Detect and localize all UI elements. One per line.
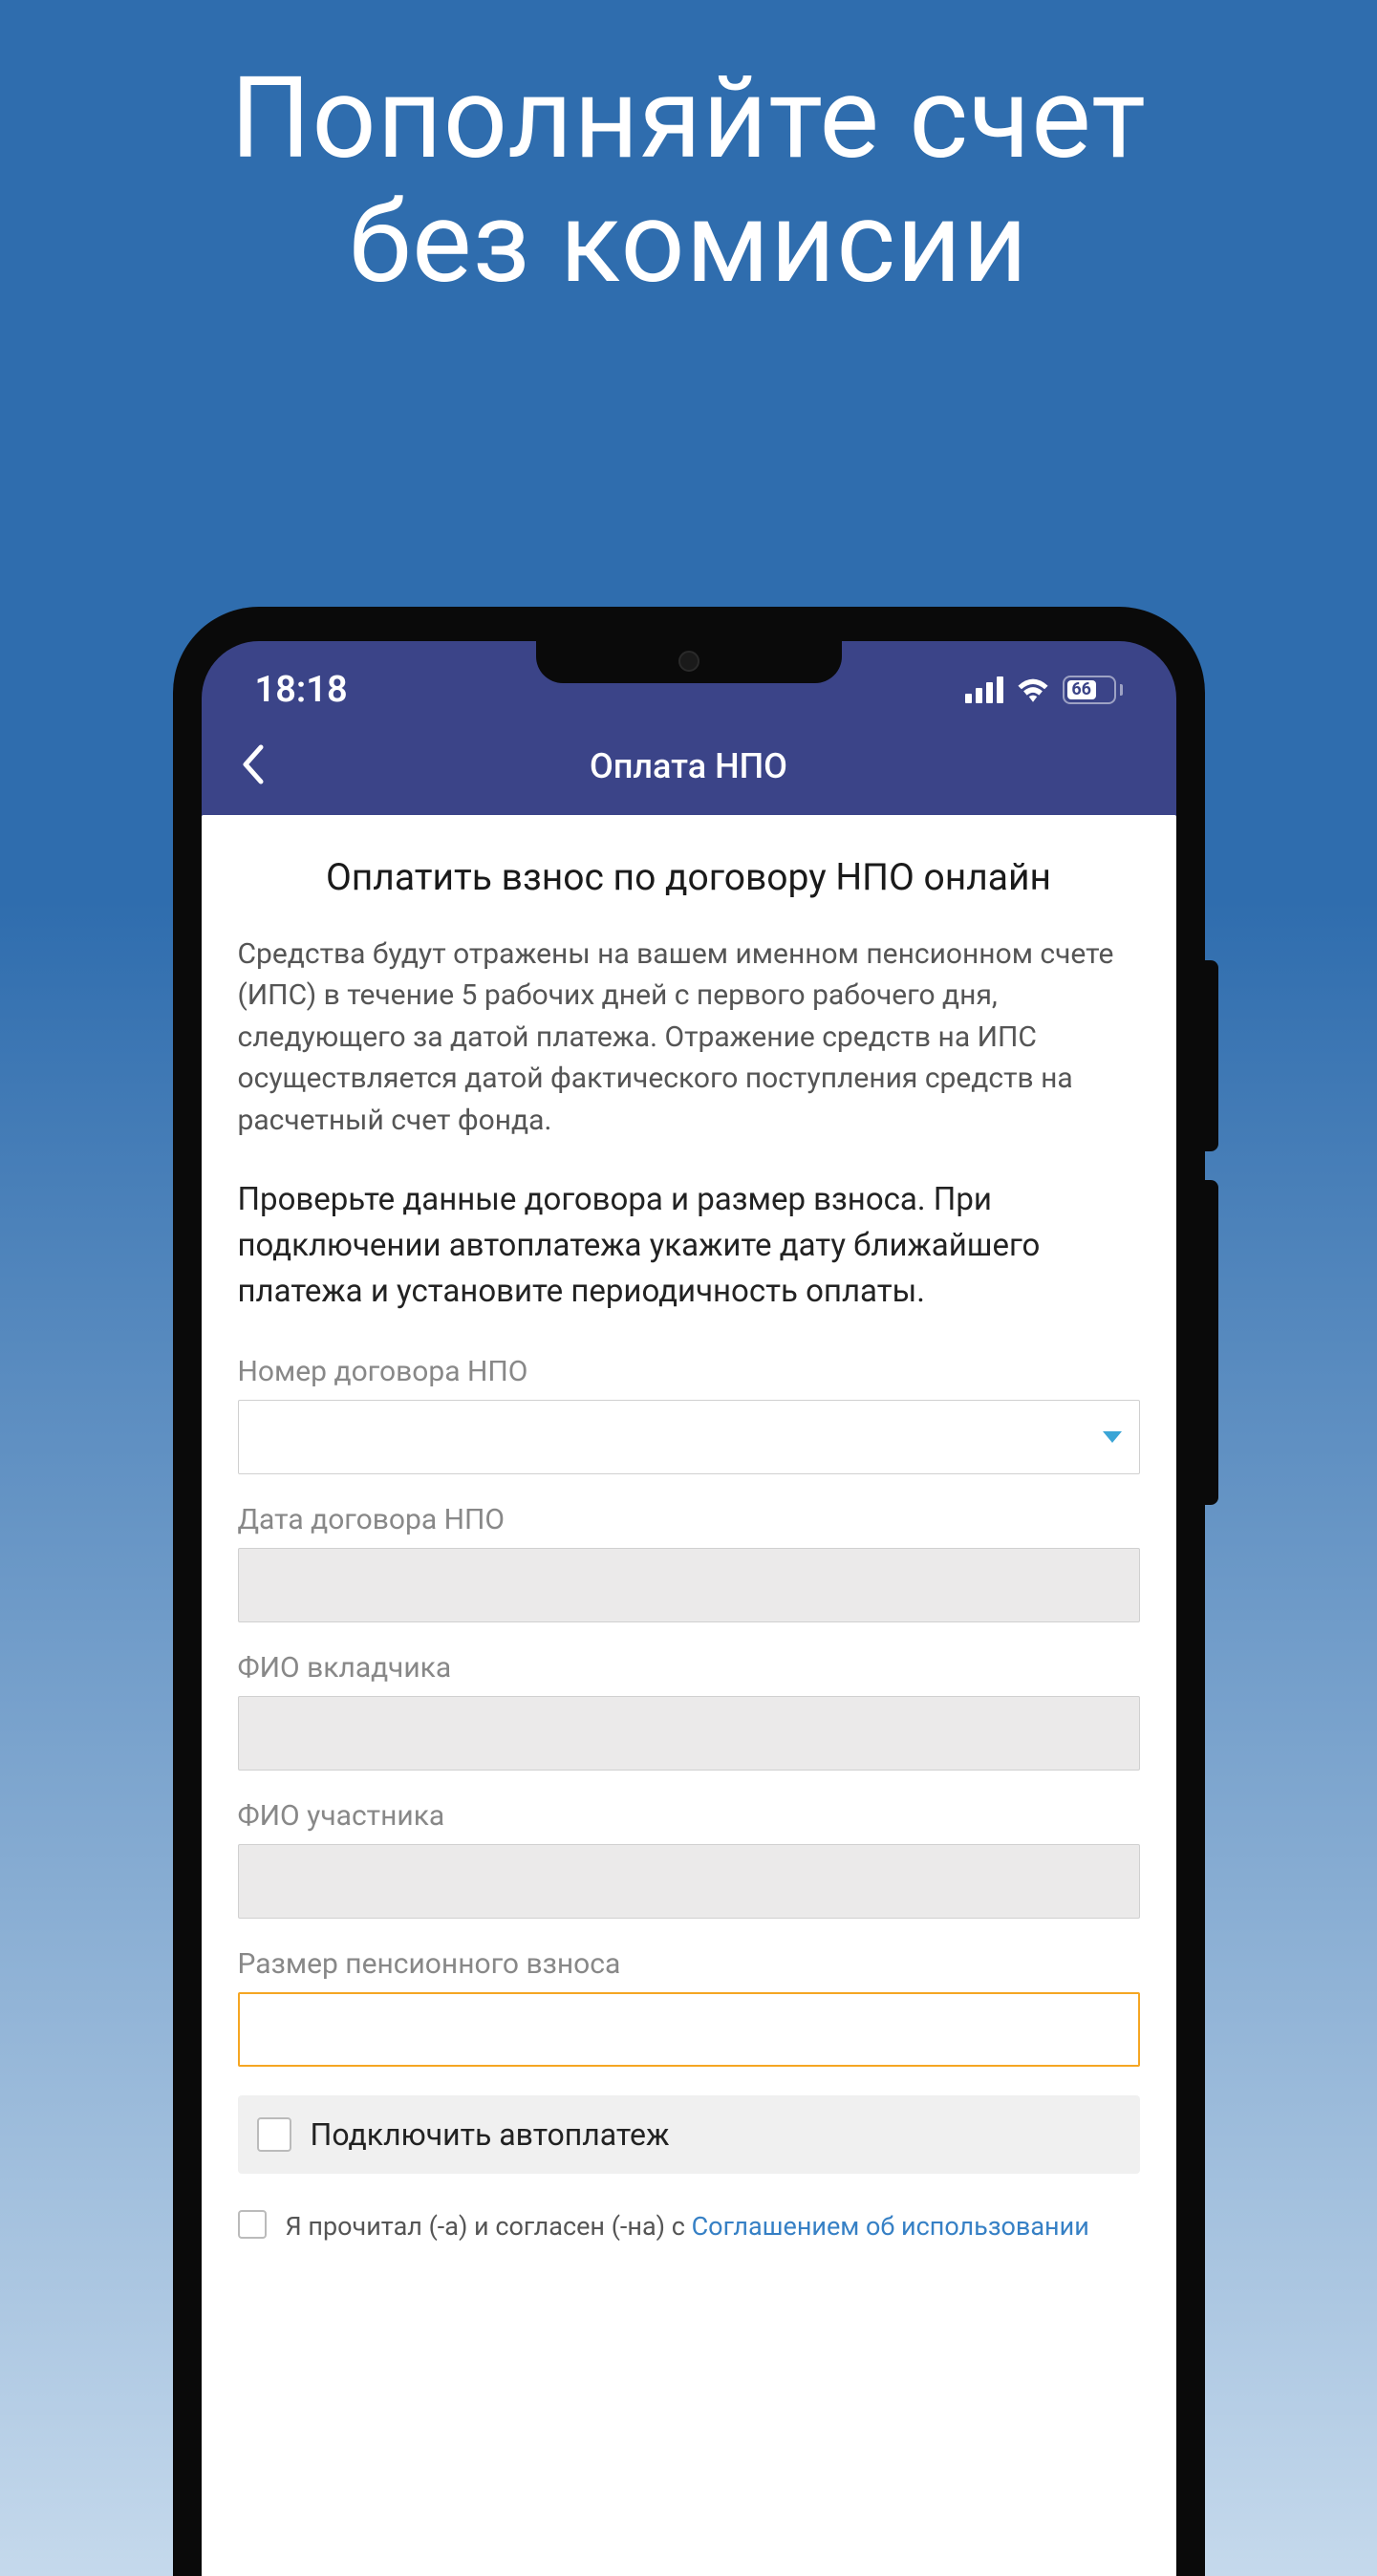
signal-icon bbox=[965, 676, 1003, 703]
agreement-section: Я прочитал (-а) и согласен (-на) с Согла… bbox=[238, 2210, 1140, 2243]
page-title: Оплата НПО bbox=[240, 746, 1138, 786]
content-description: Средства будут отражены на вашем именном… bbox=[238, 934, 1140, 1142]
agreement-link[interactable]: Соглашением об использовании bbox=[692, 2211, 1089, 2242]
battery-icon: 66 bbox=[1063, 676, 1123, 704]
content-heading: Оплатить взнос по договору НПО онлайн bbox=[238, 855, 1140, 899]
content-area: Оплатить взнос по договору НПО онлайн Ср… bbox=[202, 815, 1176, 2576]
depositor-name-input[interactable] bbox=[238, 1696, 1140, 1771]
participant-name-input[interactable] bbox=[238, 1844, 1140, 1919]
agreement-text: Я прочитал (-а) и согласен (-на) с Согла… bbox=[286, 2210, 1089, 2243]
autopay-section: Подключить автоплатеж bbox=[238, 2095, 1140, 2174]
depositor-name-label: ФИО вкладчика bbox=[238, 1651, 1140, 1685]
phone-frame-wrapper: 18:18 66 bbox=[173, 607, 1205, 2576]
phone-notch bbox=[536, 641, 842, 683]
contract-date-input[interactable] bbox=[238, 1548, 1140, 1622]
contract-date-label: Дата договора НПО bbox=[238, 1503, 1140, 1536]
back-button[interactable] bbox=[240, 743, 265, 789]
content-instruction: Проверьте данные договора и размер взнос… bbox=[238, 1177, 1140, 1315]
autopay-label: Подключить автоплатеж bbox=[311, 2116, 670, 2153]
contract-number-label: Номер договора НПО bbox=[238, 1355, 1140, 1388]
nav-header: Оплата НПО bbox=[202, 718, 1176, 815]
agreement-checkbox[interactable] bbox=[238, 2210, 267, 2239]
contribution-amount-label: Размер пенсионного взноса bbox=[238, 1947, 1140, 1981]
wifi-icon bbox=[1017, 677, 1049, 702]
autopay-checkbox[interactable] bbox=[257, 2117, 291, 2152]
promo-headline: Пополняйте счет без комисии bbox=[230, 57, 1147, 306]
contribution-amount-input[interactable] bbox=[238, 1992, 1140, 2067]
contract-number-select[interactable] bbox=[238, 1400, 1140, 1474]
side-button bbox=[1205, 1180, 1218, 1505]
status-time: 18:18 bbox=[255, 669, 348, 711]
side-button bbox=[1205, 960, 1218, 1151]
participant-name-label: ФИО участника bbox=[238, 1799, 1140, 1833]
chevron-down-icon bbox=[1103, 1431, 1122, 1443]
